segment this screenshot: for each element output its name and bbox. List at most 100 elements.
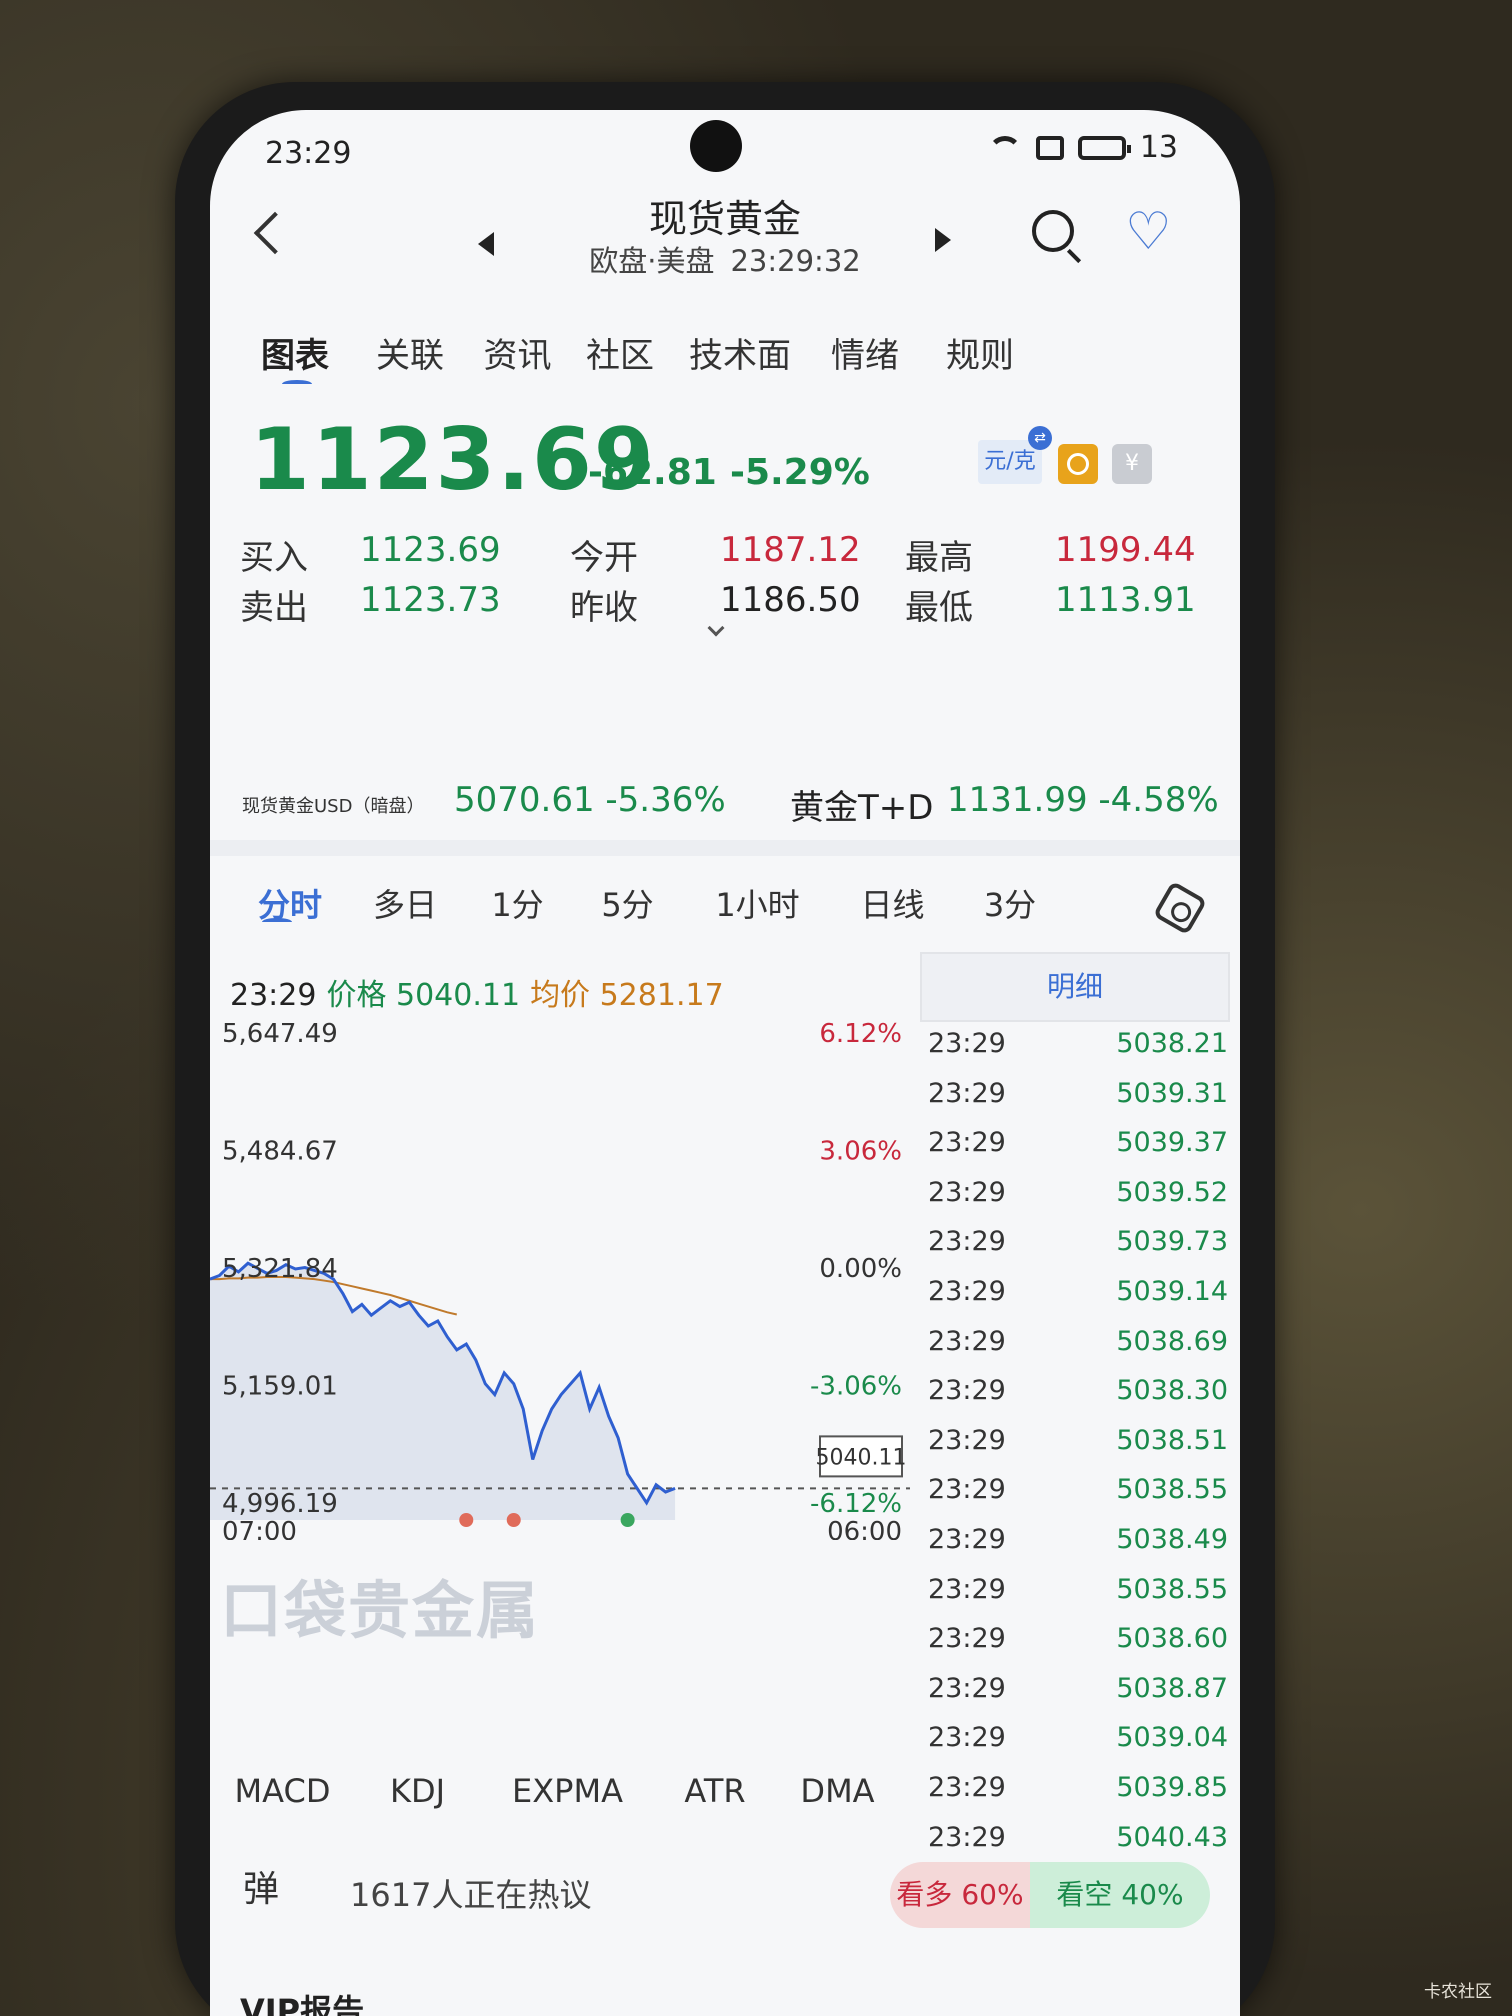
detail-time: 23:29 (928, 1325, 1006, 1357)
y-axis-label-left: 5,321.84 (222, 1254, 338, 1284)
currency-icon[interactable] (1112, 444, 1152, 484)
quote-label-high: 最高 (905, 538, 973, 578)
bearish-vote-button[interactable]: 看空 40% (1030, 1862, 1210, 1928)
tab-technical[interactable]: 技术面 (675, 328, 805, 377)
session-clock: 23:29:32 (730, 244, 861, 278)
detail-time: 23:29 (928, 1226, 1006, 1258)
quote-label-bid: 买入 (240, 538, 308, 578)
trade-detail-list: 23:29 5038.21 23:29 5039.31 23:29 5039.37 23:2… (928, 1028, 1228, 1871)
detail-time: 23:29 (928, 1573, 1006, 1605)
unit-toggle-button[interactable]: 元/克 (978, 426, 1052, 484)
price-change-pct: -5.29% (730, 452, 870, 493)
session-info: 欧盘·美盘 23:29:32 (210, 238, 1240, 280)
y-axis-label-right: 6.12% (819, 1020, 902, 1049)
detail-price: 5038.69 (1116, 1325, 1228, 1357)
quote-value-ask: 1123.73 (360, 580, 501, 620)
detail-row: 23:29 5038.60 (928, 1623, 1228, 1673)
indicator-macd[interactable]: MACD (210, 1772, 355, 1810)
alert-icon[interactable] (1058, 444, 1098, 484)
detail-row: 23:29 5039.52 (928, 1177, 1228, 1227)
detail-row: 23:29 5038.51 (928, 1425, 1228, 1475)
chart-cursor-time: 23:29 (230, 978, 317, 1013)
quote-value-open: 1187.12 (720, 530, 861, 570)
status-time: 23:29 (265, 136, 352, 171)
detail-row: 23:29 5038.30 (928, 1375, 1228, 1425)
detail-time: 23:29 (928, 1623, 1006, 1655)
search-icon[interactable] (1032, 210, 1074, 252)
detail-price: 5039.37 (1116, 1127, 1228, 1159)
chart-price-label: 价格 5040.11 (326, 978, 521, 1013)
ctab-5min[interactable]: 5分 (570, 880, 685, 926)
ctab-multiday[interactable]: 多日 (345, 880, 465, 926)
detail-row: 23:29 5039.04 (928, 1722, 1228, 1772)
quote-label-prev-close: 昨收 (570, 588, 638, 628)
detail-price: 5039.04 (1116, 1722, 1228, 1754)
x-axis-label-start: 07:00 (222, 1517, 297, 1540)
favorite-heart-icon[interactable]: ♡ (1125, 206, 1172, 258)
detail-time: 23:29 (928, 1375, 1006, 1407)
wifi-icon (987, 135, 1022, 160)
detail-price: 5038.55 (1116, 1573, 1228, 1605)
corner-watermark: 卡农社区 (1424, 1982, 1492, 2002)
detail-row: 23:29 5039.73 (928, 1226, 1228, 1276)
intraday-chart[interactable]: 5,647.49 5,484.67 5,321.84 5,159.01 4,996.19… (210, 1020, 910, 1540)
page-title: 现货黄金 (648, 197, 801, 241)
detail-row: 23:29 5038.55 (928, 1574, 1228, 1624)
tab-news[interactable]: 资讯 (470, 328, 565, 377)
indicator-tabs: MACD KDJ EXPMA ATR DMA (210, 1772, 910, 1810)
app-watermark: 口袋贵金属 (220, 1574, 541, 1647)
indicator-expma[interactable]: EXPMA (480, 1772, 655, 1810)
bullet-comment-icon[interactable]: 弹 (243, 1860, 279, 1912)
ctab-3min[interactable]: 3分 (955, 880, 1065, 926)
indicator-atr[interactable]: ATR (655, 1772, 775, 1810)
last-price-tag: 5040.11 (816, 1445, 907, 1470)
section-divider (210, 840, 1240, 856)
quote-value-low: 1113.91 (1055, 580, 1196, 620)
tab-sentiment[interactable]: 情绪 (805, 328, 925, 377)
active-chart-tab-indicator (262, 918, 292, 926)
x-axis-label-end: 06:00 (827, 1517, 902, 1540)
bullish-vote-button[interactable]: 看多 60% (890, 1862, 1030, 1928)
tab-related[interactable]: 关联 (350, 328, 470, 377)
tab-chart[interactable]: 图表 (240, 328, 350, 377)
indicator-dma[interactable]: DMA (775, 1772, 900, 1810)
detail-row: 23:29 5038.69 (928, 1326, 1228, 1376)
detail-price: 5039.31 (1116, 1077, 1228, 1109)
chart-settings-icon[interactable] (1152, 880, 1208, 936)
related-value-td[interactable]: 1131.99 -4.58% (947, 780, 1219, 820)
related-value-usd[interactable]: 5070.61 -5.36% (454, 780, 726, 820)
y-axis-label-right: -3.06% (810, 1372, 902, 1402)
detail-time: 23:29 (928, 1275, 1006, 1307)
ctab-1hour[interactable]: 1小时 (685, 880, 830, 926)
indicator-kdj[interactable]: KDJ (355, 1772, 480, 1810)
discussion-count[interactable]: 1617人正在热议 (350, 1870, 591, 1916)
detail-time: 23:29 (928, 1176, 1006, 1208)
ctab-1min[interactable]: 1分 (465, 880, 570, 926)
expand-chevron-icon[interactable] (707, 619, 725, 637)
detail-time: 23:29 (928, 1672, 1006, 1704)
y-axis-label-left: 4,996.19 (222, 1489, 338, 1519)
detail-price: 5039.73 (1116, 1226, 1228, 1258)
detail-tab[interactable]: 明细 (920, 952, 1230, 1022)
detail-time: 23:29 (928, 1771, 1006, 1803)
detail-time: 23:29 (928, 1424, 1006, 1456)
detail-row: 23:29 5038.87 (928, 1673, 1228, 1723)
tab-community[interactable]: 社区 (565, 328, 675, 377)
quote-label-open: 今开 (570, 538, 638, 578)
next-instrument-icon[interactable] (935, 228, 951, 252)
chart-info-line: 23:29 价格 5040.11 均价 5281.17 (230, 970, 724, 1014)
detail-price: 5038.21 (1116, 1028, 1228, 1059)
detail-time: 23:29 (928, 1077, 1006, 1109)
camera-cutout (690, 120, 742, 172)
tab-rules[interactable]: 规则 (925, 328, 1035, 377)
ctab-daily[interactable]: 日线 (830, 880, 955, 926)
battery-icon (1077, 135, 1131, 160)
related-name-td[interactable]: 黄金T+D (790, 780, 933, 829)
battery-level: 13 (1139, 130, 1178, 165)
vip-report-heading[interactable]: VIP报告 (240, 1986, 364, 2016)
y-axis-label-right: -6.12% (810, 1489, 902, 1519)
detail-price: 5039.52 (1116, 1176, 1228, 1208)
related-name-usd[interactable]: 现货黄金USD（暗盘） (242, 792, 424, 818)
detail-price: 5038.55 (1116, 1474, 1228, 1506)
y-axis-label-right: 0.00% (819, 1254, 902, 1284)
